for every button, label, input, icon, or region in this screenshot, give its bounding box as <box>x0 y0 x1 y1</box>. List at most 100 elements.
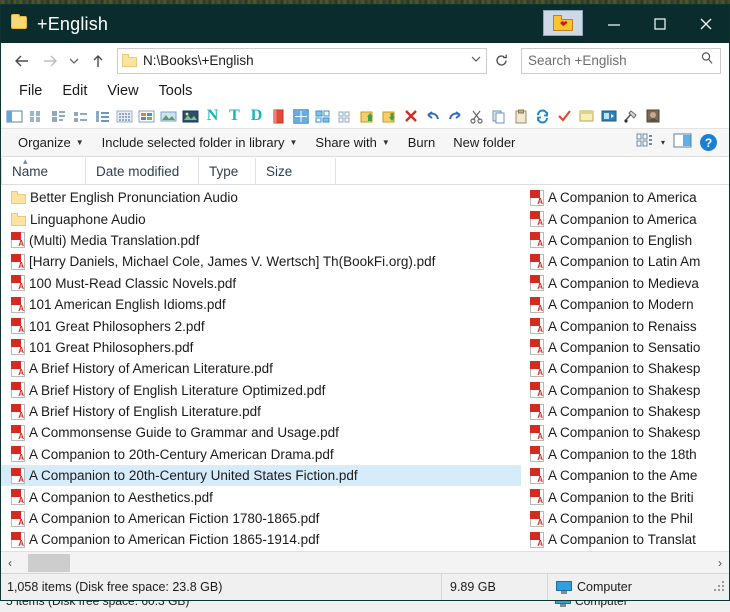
small-grid-icon[interactable] <box>335 107 354 126</box>
book-icon[interactable] <box>269 107 288 126</box>
maximize-button[interactable] <box>637 5 683 43</box>
file-list-item[interactable]: A Companion to America <box>526 187 729 208</box>
note-icon[interactable] <box>577 107 596 126</box>
address-dropdown-icon[interactable] <box>470 54 482 67</box>
file-list-item[interactable]: Better English Pronunciation Audio <box>1 187 521 208</box>
check-icon[interactable] <box>555 107 574 126</box>
preview-icon[interactable] <box>181 107 200 126</box>
save-folder-green-icon[interactable] <box>379 107 398 126</box>
file-list[interactable]: Better English Pronunciation Audio Lingua… <box>1 185 729 551</box>
share-with-button[interactable]: Share with ▼ <box>306 135 398 150</box>
file-list-item[interactable]: A Companion to Sensatio <box>526 337 729 358</box>
file-list-item[interactable]: (Multi) Media Translation.pdf <box>1 230 521 251</box>
navigation-pane-icon[interactable] <box>5 107 24 126</box>
forward-button[interactable] <box>37 48 63 74</box>
redo-icon[interactable] <box>445 107 464 126</box>
file-list-item[interactable]: A Companion to Shakesp <box>526 422 729 443</box>
view-dropdown-icon[interactable]: ▾ <box>661 138 665 147</box>
scroll-right-arrow-icon[interactable]: › <box>711 556 729 570</box>
address-field[interactable]: N:\Books\+English <box>117 47 487 74</box>
file-list-item[interactable]: A Companion to Translat <box>526 529 729 550</box>
delete-icon[interactable] <box>401 107 420 126</box>
extra-large-icons-icon[interactable] <box>27 107 46 126</box>
file-list-item[interactable]: A Companion to Medieva <box>526 273 729 294</box>
favorites-folder-button[interactable]: ❤ <box>543 10 583 36</box>
column-header-name[interactable]: Name <box>1 158 85 184</box>
file-list-item[interactable]: A Brief History of English Literature Op… <box>1 380 521 401</box>
details-view-icon[interactable] <box>137 107 156 126</box>
tools-icon[interactable] <box>621 107 640 126</box>
letter-d-icon[interactable]: D <box>247 107 266 126</box>
menu-view[interactable]: View <box>97 81 148 101</box>
resize-grip[interactable] <box>714 581 726 593</box>
file-list-item[interactable]: A Companion to Shakesp <box>526 358 729 379</box>
content-view-icon[interactable] <box>159 107 178 126</box>
menu-file[interactable]: File <box>9 81 52 101</box>
medium-icons-icon[interactable] <box>71 107 90 126</box>
refresh-button[interactable] <box>489 48 513 74</box>
tile-pane-icon[interactable] <box>313 107 332 126</box>
file-list-item[interactable]: A Companion to English <box>526 230 729 251</box>
recent-locations-button[interactable] <box>65 48 83 74</box>
file-list-item[interactable]: Linguaphone Audio <box>1 208 521 229</box>
file-list-item[interactable]: A Companion to America <box>526 208 729 229</box>
file-list-item[interactable]: A Companion to the Phil <box>526 508 729 529</box>
help-icon[interactable]: ? <box>700 134 717 151</box>
file-list-item[interactable]: A Companion to Shakesp <box>526 380 729 401</box>
file-list-item[interactable]: A Companion to American Fiction 1865-191… <box>1 529 521 550</box>
file-list-item[interactable]: 101 Great Philosophers 2.pdf <box>1 315 521 336</box>
clipboard-icon[interactable] <box>511 107 530 126</box>
file-list-item[interactable]: A Companion to Shakesp <box>526 401 729 422</box>
minimize-button[interactable] <box>591 5 637 43</box>
four-pane-icon[interactable] <box>291 107 310 126</box>
letter-n-icon[interactable]: N <box>203 107 222 126</box>
horizontal-scrollbar[interactable]: ‹ › <box>1 551 729 573</box>
up-button[interactable] <box>85 48 111 74</box>
file-list-item[interactable]: A Brief History of American Literature.p… <box>1 358 521 379</box>
close-button[interactable] <box>683 5 729 43</box>
burn-button[interactable]: Burn <box>399 135 444 150</box>
scrollbar-thumb[interactable] <box>28 553 70 572</box>
file-list-item[interactable]: A Companion to 20th-Century American Dra… <box>1 444 521 465</box>
organize-button[interactable]: Organize ▼ <box>9 135 93 150</box>
file-list-item[interactable]: A Companion to American Fiction 1780-186… <box>1 508 521 529</box>
title-bar[interactable]: +English ❤ <box>1 5 729 43</box>
letter-t-icon[interactable]: T <box>225 107 244 126</box>
file-list-item[interactable]: A Companion to the 18th <box>526 444 729 465</box>
menu-edit[interactable]: Edit <box>52 81 97 101</box>
file-list-item[interactable]: A Companion to the Briti <box>526 486 729 507</box>
include-in-library-button[interactable]: Include selected folder in library ▼ <box>93 135 307 150</box>
column-header-type[interactable]: Type <box>198 158 255 184</box>
file-list-item[interactable]: A Companion to Latin Am <box>526 251 729 272</box>
media-icon[interactable] <box>599 107 618 126</box>
menu-tools[interactable]: Tools <box>149 81 203 101</box>
file-list-item[interactable]: [Harry Daniels, Michael Cole, James V. W… <box>1 251 521 272</box>
change-view-icon[interactable] <box>636 133 653 152</box>
file-list-item[interactable]: A Companion to 20th-Century United State… <box>1 465 521 487</box>
search-input[interactable]: Search +English <box>528 53 700 68</box>
file-list-item[interactable]: 101 Great Philosophers.pdf <box>1 337 521 358</box>
file-list-item[interactable]: A Companion to Aesthetics.pdf <box>1 486 521 507</box>
file-list-item[interactable]: A Commonsense Guide to Grammar and Usage… <box>1 422 521 443</box>
cut-icon[interactable] <box>467 107 486 126</box>
photo-icon[interactable] <box>643 107 662 126</box>
column-header-date-modified[interactable]: Date modified <box>85 158 198 184</box>
preview-pane-icon[interactable] <box>673 133 692 153</box>
open-folder-green-icon[interactable] <box>357 107 376 126</box>
large-icons-icon[interactable] <box>49 107 68 126</box>
column-header-size[interactable]: Size <box>255 158 335 184</box>
scroll-left-arrow-icon[interactable]: ‹ <box>1 556 19 570</box>
file-list-item[interactable]: A Brief History of English Literature.pd… <box>1 401 521 422</box>
copy-icon[interactable] <box>489 107 508 126</box>
file-list-item[interactable]: A Companion to Modern <box>526 294 729 315</box>
sync-icon[interactable] <box>533 107 552 126</box>
small-icons-icon[interactable] <box>93 107 112 126</box>
file-list-item[interactable]: A Companion to Renaiss <box>526 315 729 336</box>
scrollbar-track[interactable] <box>19 552 711 574</box>
file-list-item[interactable]: 100 Must-Read Classic Novels.pdf <box>1 273 521 294</box>
new-folder-button[interactable]: New folder <box>444 135 524 150</box>
file-list-item[interactable]: A Companion to the Ame <box>526 465 729 486</box>
back-button[interactable] <box>9 48 35 74</box>
undo-icon[interactable] <box>423 107 442 126</box>
search-box[interactable]: Search +English <box>521 47 721 74</box>
